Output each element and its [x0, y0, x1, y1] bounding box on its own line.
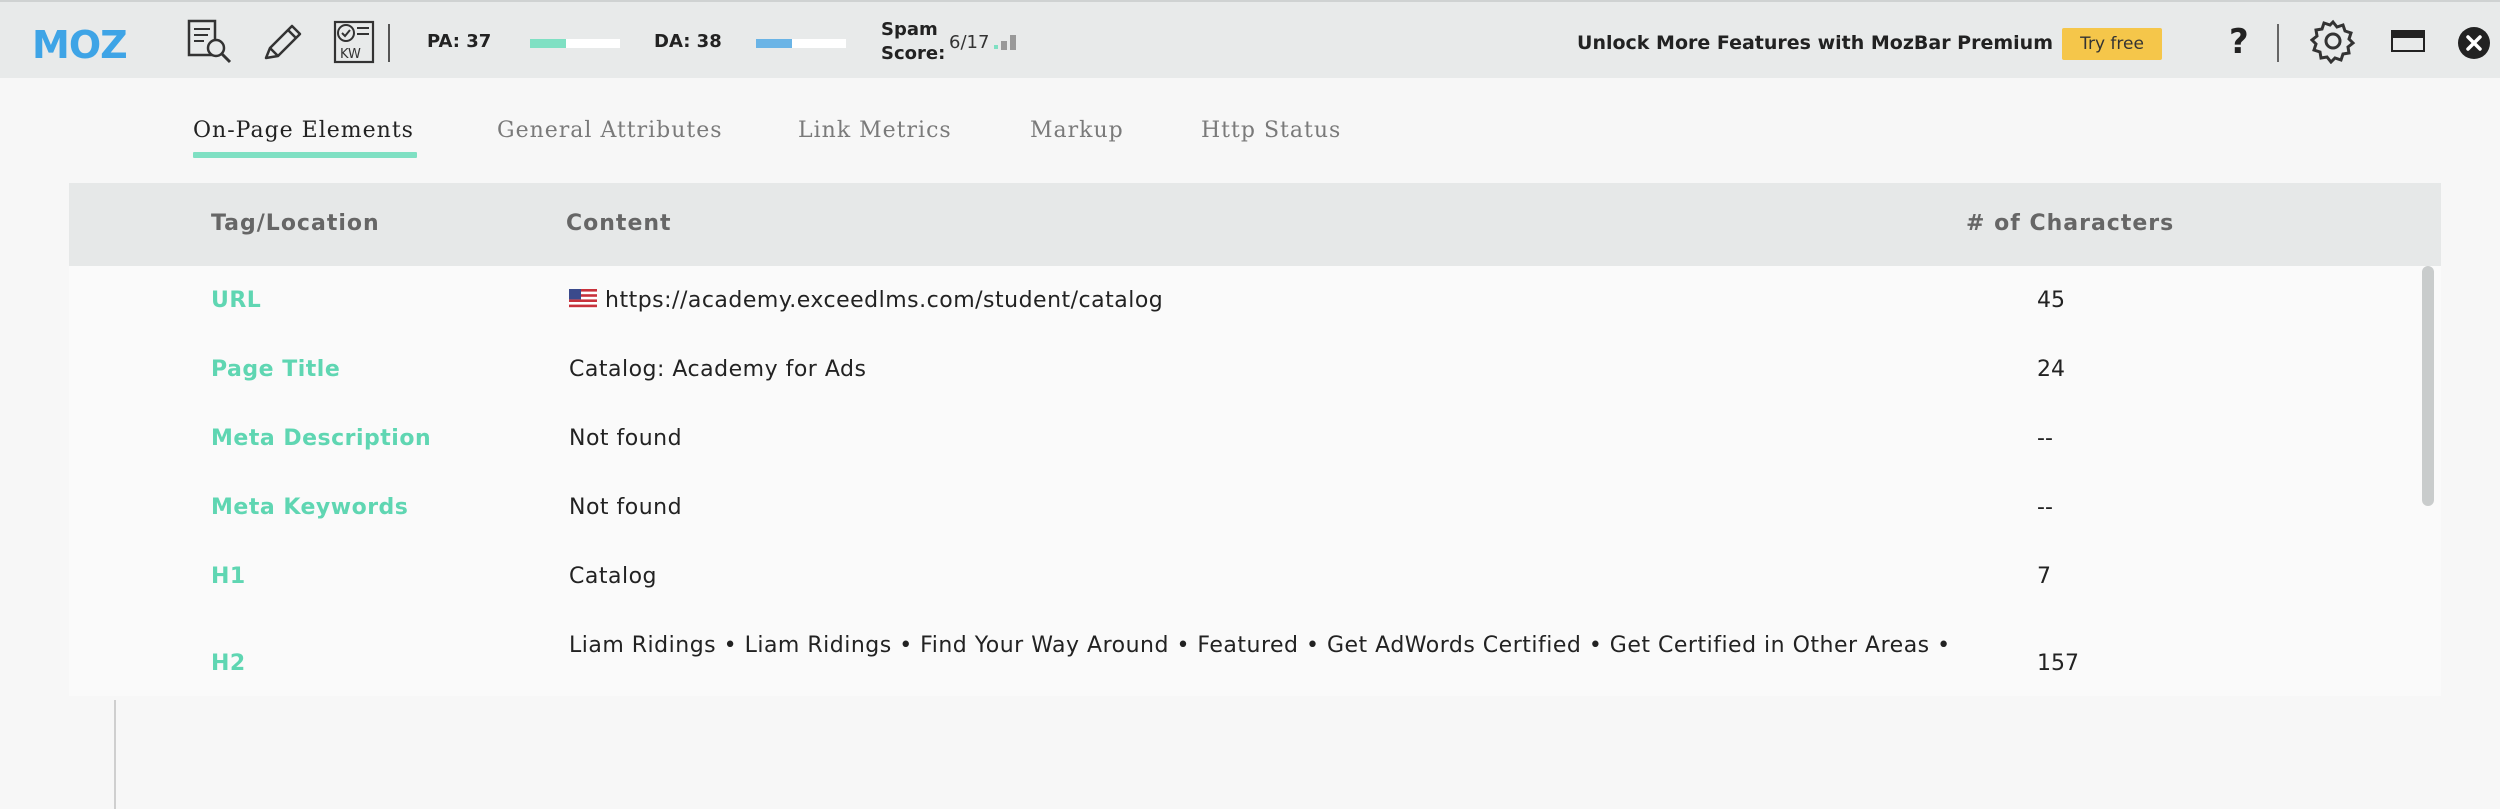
svg-text:KW: KW	[340, 47, 361, 62]
tab-http-status[interactable]: Http Status	[1201, 118, 1341, 143]
table-scrollbar[interactable]	[2422, 266, 2434, 506]
tab-link-metrics[interactable]: Link Metrics	[798, 118, 952, 143]
row-content: https://academy.exceedlms.com/student/ca…	[569, 284, 2009, 318]
row-tag: Meta Keywords	[211, 495, 409, 520]
domain-authority-bar-fill	[756, 39, 792, 48]
keyword-check-icon[interactable]: KW	[331, 18, 379, 66]
row-content: Catalog	[569, 564, 657, 589]
column-header-content: Content	[566, 211, 672, 236]
unlock-premium-text: Unlock More Features with MozBar Premium	[1577, 32, 2053, 54]
row-tag: URL	[211, 288, 262, 313]
tab-general-attributes[interactable]: General Attributes	[497, 118, 723, 143]
row-count: 157	[2037, 651, 2079, 676]
column-header-characters: # of Characters	[1966, 211, 2175, 236]
table-row: URL https://academy.exceedlms.com/studen…	[69, 266, 2369, 335]
column-header-tag: Tag/Location	[211, 211, 380, 236]
page-divider-line	[114, 700, 116, 809]
svg-text:MOZ: MOZ	[32, 24, 127, 64]
row-tag: H2	[211, 651, 246, 676]
domain-authority-bar	[756, 39, 846, 48]
row-count: 7	[2037, 564, 2051, 589]
active-tab-indicator	[193, 152, 417, 158]
table-row: H1 Catalog 7	[69, 542, 2369, 611]
row-count: 45	[2037, 288, 2065, 313]
page-authority-bar-fill	[530, 39, 566, 48]
mozbar-toolbar: MOZ KW PA: 37 DA: 38 Spam Score: 6/17 Un…	[0, 0, 2500, 78]
row-content: Catalog: Academy for Ads	[569, 357, 867, 382]
layout-toggle-icon[interactable]	[2391, 30, 2425, 54]
row-tag: Meta Description	[211, 426, 432, 451]
tab-markup[interactable]: Markup	[1030, 118, 1124, 143]
spam-score-label: Spam Score:	[881, 19, 946, 64]
row-content: Not found	[569, 426, 683, 451]
page-authority-bar	[530, 39, 620, 48]
table-body[interactable]: URL https://academy.exceedlms.com/studen…	[69, 266, 2441, 696]
table-row: Meta Keywords Not found --	[69, 473, 2369, 542]
domain-authority-label: DA: 38	[654, 31, 722, 52]
row-content: Liam Ridings • Liam Ridings • Find Your …	[569, 633, 1951, 658]
table-row: Meta Description Not found --	[69, 404, 2369, 473]
page-analysis-icon[interactable]	[186, 18, 234, 66]
page-authority-label: PA: 37	[427, 31, 492, 52]
table-row: Page Title Catalog: Academy for Ads 24	[69, 335, 2369, 404]
moz-logo[interactable]: MOZ	[32, 24, 142, 64]
spam-score-bars-icon[interactable]	[994, 33, 1024, 51]
toolbar-divider	[388, 24, 390, 62]
tab-on-page-elements[interactable]: On-Page Elements	[193, 118, 414, 143]
settings-gear-icon[interactable]	[2310, 18, 2356, 64]
row-content: Not found	[569, 495, 683, 520]
table-header: Tag/Location Content # of Characters	[69, 183, 2441, 266]
row-count: --	[2037, 495, 2053, 520]
try-free-button[interactable]: Try free	[2062, 28, 2162, 60]
table-row: H2 Liam Ridings • Liam Ridings • Find Yo…	[69, 611, 2369, 696]
spam-score-value[interactable]: 6/17	[949, 32, 989, 53]
close-icon[interactable]	[2457, 26, 2491, 60]
highlighter-pencil-icon[interactable]	[258, 18, 306, 66]
row-tag: H1	[211, 564, 246, 589]
help-icon[interactable]: ?	[2229, 22, 2249, 62]
tab-bar: On-Page Elements General Attributes Link…	[0, 78, 2500, 178]
row-count: 24	[2037, 357, 2065, 382]
row-tag: Page Title	[211, 357, 341, 382]
row-count: --	[2037, 426, 2053, 451]
toolbar-divider	[2277, 24, 2279, 62]
row-content-text: https://academy.exceedlms.com/student/ca…	[605, 288, 1164, 313]
page-below-panel	[0, 696, 2500, 809]
us-flag-icon	[569, 289, 597, 309]
